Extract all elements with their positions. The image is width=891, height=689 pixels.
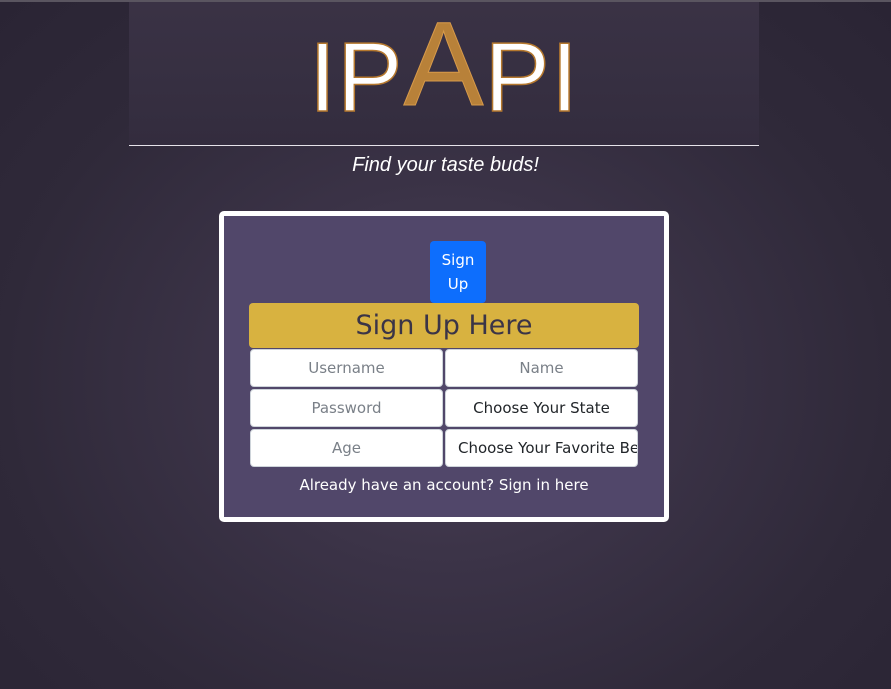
- site-header: IPAPI: [129, 2, 759, 146]
- sign-up-toggle-button[interactable]: Sign Up: [430, 241, 486, 303]
- logo-text-a: A: [403, 0, 485, 131]
- ipapi-logo: IPAPI: [129, 4, 759, 128]
- tagline: Find your taste buds!: [352, 154, 539, 176]
- signup-card: Sign Up Sign Up Here Choose Your State C…: [219, 211, 669, 522]
- sign-up-heading: Sign Up Here: [249, 303, 639, 348]
- logo-text-ip: IP: [308, 22, 404, 132]
- username-input[interactable]: [250, 349, 443, 387]
- favorite-select[interactable]: Choose Your Favorite Be: [445, 429, 638, 467]
- age-input[interactable]: [250, 429, 443, 467]
- name-input[interactable]: [445, 349, 638, 387]
- logo-text-pi: PI: [484, 22, 580, 132]
- password-input[interactable]: [250, 389, 443, 427]
- state-select[interactable]: Choose Your State: [445, 389, 638, 427]
- sign-in-link[interactable]: Already have an account? Sign in here: [224, 476, 664, 494]
